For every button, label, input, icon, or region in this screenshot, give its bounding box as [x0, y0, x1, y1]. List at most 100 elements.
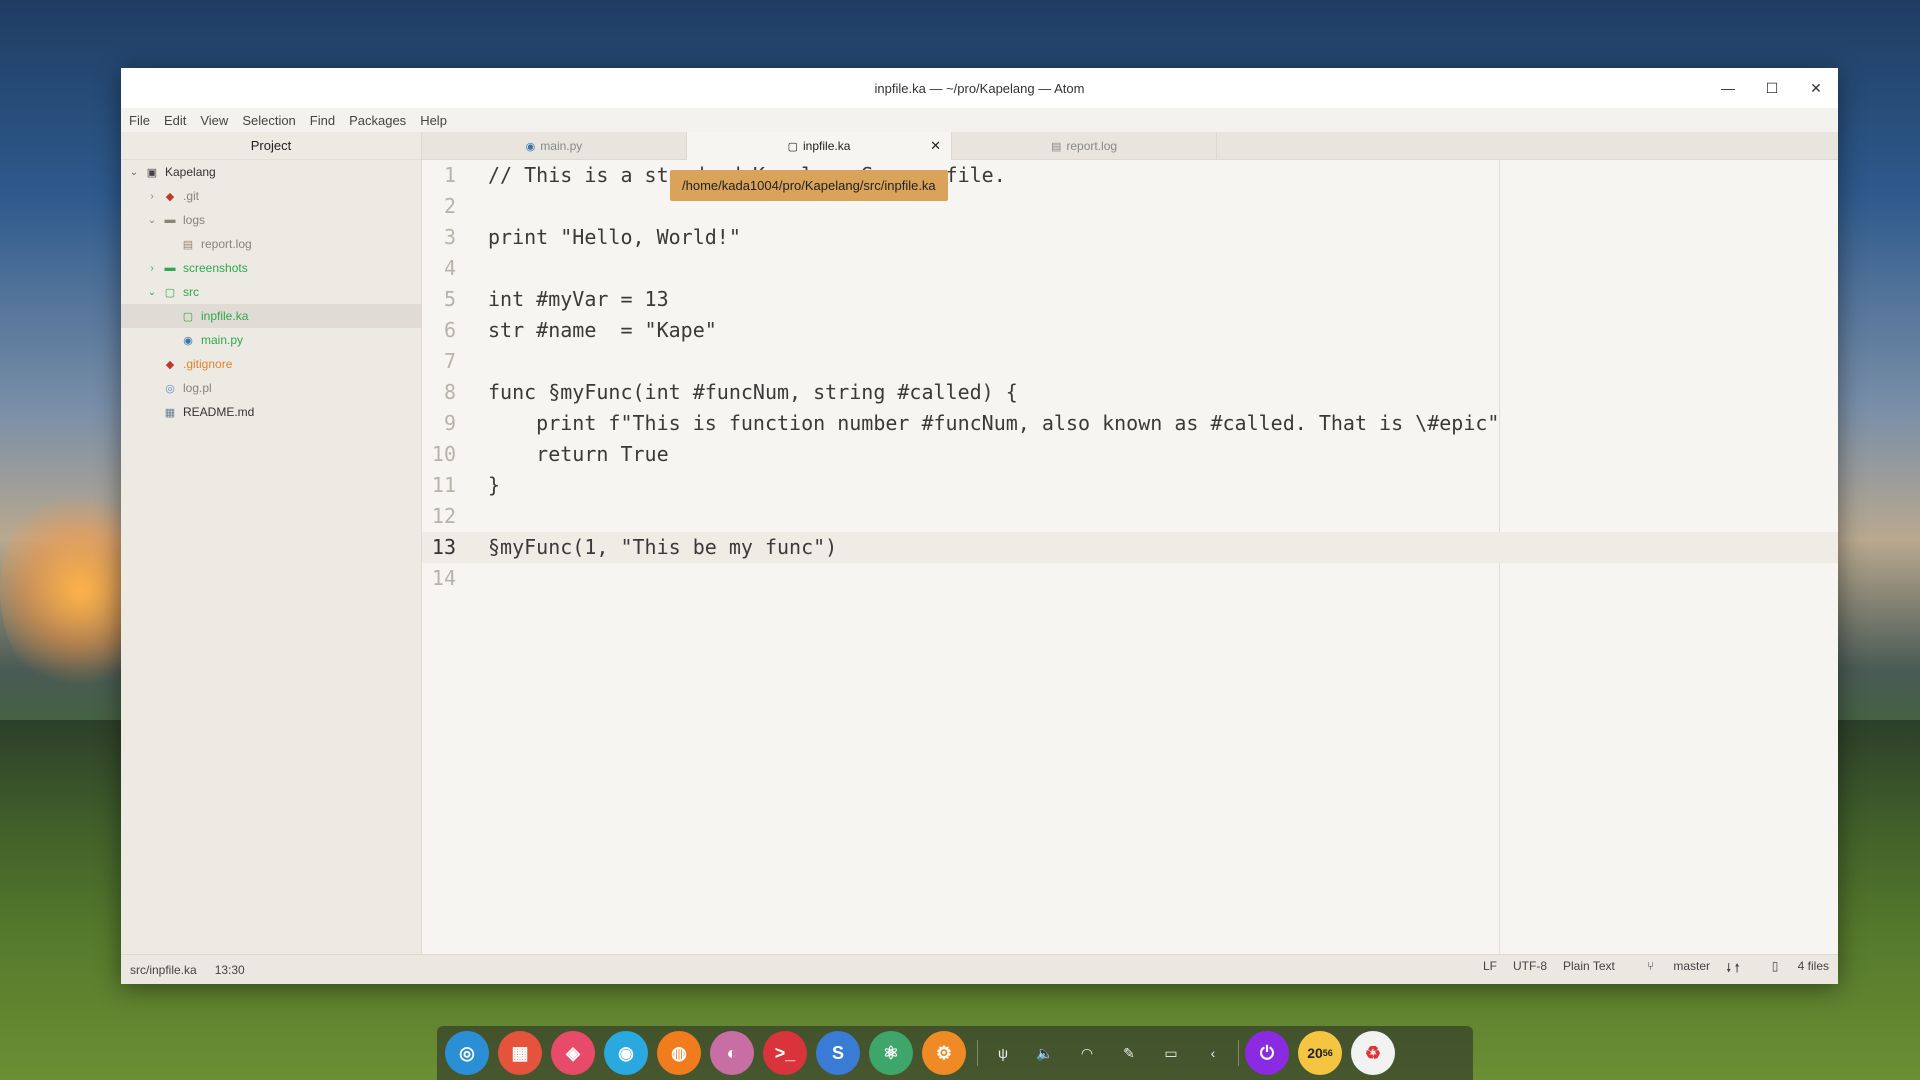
maximize-button[interactable]: ☐ — [1750, 68, 1794, 108]
settings-icon[interactable]: ⚙ — [922, 1031, 966, 1075]
tree-item-screenshots[interactable]: › ▬ screenshots — [121, 256, 421, 280]
terminal-icon[interactable]: >_ — [763, 1031, 807, 1075]
code-line[interactable]: } — [488, 470, 1838, 501]
image-viewer-icon[interactable]: ◐ — [710, 1031, 754, 1075]
code-line[interactable]: int #myVar = 13 — [488, 284, 1838, 315]
tree-root[interactable]: ⌄ ▣ Kapelang — [121, 160, 421, 184]
status-file-count[interactable]: ▯ 4 files — [1756, 959, 1829, 980]
code-line[interactable] — [488, 563, 1838, 594]
code-line[interactable]: return True — [488, 439, 1838, 470]
tree-item-git[interactable]: › ◆ .git — [121, 184, 421, 208]
close-button[interactable]: ✕ — [1794, 68, 1838, 108]
tree-item-report-log[interactable]: ▤ report.log — [121, 232, 421, 256]
app-store-icon[interactable]: ◈ — [551, 1031, 595, 1075]
tree-item-src[interactable]: ⌄ ▢ src — [121, 280, 421, 304]
chevron-down-icon[interactable]: ⌄ — [145, 215, 159, 226]
status-git-branch[interactable]: ⑂ master — [1631, 959, 1710, 980]
trash-icon[interactable]: ♻ — [1351, 1031, 1395, 1075]
text-editor[interactable]: 1234567891011121314 // This is a standar… — [422, 160, 1838, 954]
status-file-path[interactable]: src/inpfile.ka — [130, 963, 197, 977]
window-title: inpfile.ka — ~/pro/Kapelang — Atom — [874, 80, 1085, 96]
power-icon[interactable]: ⏻ — [1245, 1031, 1289, 1075]
tab-report-log[interactable]: ▤ report.log — [952, 132, 1217, 160]
code-line[interactable]: func §myFunc(int #funcNum, string #calle… — [488, 377, 1838, 408]
code-line[interactable]: §myFunc(1, "This be my func") — [488, 532, 1838, 563]
menu-help[interactable]: Help — [418, 113, 449, 128]
file-text-icon: ▤ — [1050, 140, 1062, 153]
tree-item-readme-md[interactable]: ▦ README.md — [121, 400, 421, 424]
tree-item-label: .gitignore — [183, 357, 233, 371]
code-line[interactable]: print f"This is function number #funcNum… — [488, 408, 1838, 439]
tree-item-inpfile-ka[interactable]: ▢ inpfile.ka — [121, 304, 421, 328]
clock-widget[interactable]: 20 56 — [1298, 1031, 1342, 1075]
line-number: 3 — [443, 225, 456, 249]
folder-icon: ▬ — [164, 214, 176, 226]
tab-label: inpfile.ka — [803, 139, 851, 153]
wifi-icon[interactable]: ◠ — [1066, 1031, 1108, 1075]
menu-view[interactable]: View — [198, 113, 230, 128]
tree-item-log-pl[interactable]: ◎ log.pl — [121, 376, 421, 400]
branch-icon: ⑂ — [1646, 959, 1658, 973]
line-number: 8 — [443, 380, 456, 404]
clock-hour: 20 — [1307, 1045, 1323, 1061]
tab-main-py[interactable]: ◉ main.py — [422, 132, 687, 160]
keyboard-icon[interactable]: ▭ — [1150, 1031, 1192, 1075]
tab-inpfile-ka[interactable]: ▢ inpfile.ka ✕ — [687, 132, 952, 160]
tree-view: Project ⌄ ▣ Kapelang › ◆ .git ⌄ ▬ logs ▤ report… — [121, 132, 422, 954]
code-line[interactable] — [488, 501, 1838, 532]
python-icon: ◉ — [525, 140, 536, 153]
file-path-tooltip: /home/kada1004/pro/Kapelang/src/inpfile.… — [670, 170, 948, 201]
markdown-icon: ▦ — [164, 406, 176, 419]
atom-icon[interactable]: ⚛ — [869, 1031, 913, 1075]
line-number: 14 — [431, 566, 456, 590]
menu-find[interactable]: Find — [308, 113, 337, 128]
line-number-gutter: 1 2 3 4 5 6 7 8 9 10 11 12 13 14 — [422, 160, 488, 594]
tab-label: report.log — [1066, 139, 1118, 153]
branch-label: master — [1673, 959, 1711, 973]
line-number: 1 — [443, 163, 456, 187]
tree-view-header[interactable]: Project — [121, 132, 421, 160]
chevron-right-icon[interactable]: › — [145, 191, 159, 202]
line-number: 4 — [443, 256, 456, 280]
simplenote-icon[interactable]: S — [816, 1031, 860, 1075]
menu-selection[interactable]: Selection — [240, 113, 297, 128]
status-line-ending[interactable]: LF — [1483, 959, 1497, 980]
firefox-icon[interactable]: ◍ — [657, 1031, 701, 1075]
code-line[interactable]: print "Hello, World!" — [488, 222, 1838, 253]
code-lines[interactable]: // This is a standard Kapelang Source fi… — [488, 160, 1838, 594]
tree-item-label: logs — [183, 213, 206, 227]
pen-icon[interactable]: ✎ — [1108, 1031, 1150, 1075]
python-icon: ◉ — [183, 334, 193, 347]
workspace: Project ⌄ ▣ Kapelang › ◆ .git ⌄ ▬ logs ▤ report… — [121, 132, 1838, 954]
code-line[interactable] — [488, 253, 1838, 284]
code-line[interactable]: str #name = "Kape" — [488, 315, 1838, 346]
tree-item-logs[interactable]: ⌄ ▬ logs — [121, 208, 421, 232]
tree-item-label: log.pl — [183, 381, 212, 395]
status-cursor-position[interactable]: 13:30 — [215, 963, 245, 977]
chevron-right-icon[interactable]: › — [145, 263, 159, 274]
menu-file[interactable]: File — [127, 113, 152, 128]
status-encoding[interactable]: UTF-8 — [1513, 959, 1547, 980]
multitask-icon[interactable]: ▦ — [498, 1031, 542, 1075]
volume-icon[interactable]: 🔈 — [1024, 1031, 1066, 1075]
tree-item-label: screenshots — [183, 261, 248, 275]
chevron-down-icon[interactable]: ⌄ — [145, 287, 159, 298]
menu-edit[interactable]: Edit — [162, 113, 188, 128]
tree-item-gitignore[interactable]: ◆ .gitignore — [121, 352, 421, 376]
title-bar[interactable]: inpfile.ka — ~/pro/Kapelang — Atom — ☐ ✕ — [121, 68, 1838, 108]
code-line[interactable] — [488, 346, 1838, 377]
tab-close-icon[interactable]: ✕ — [930, 138, 941, 154]
file-icon: ▢ — [182, 310, 194, 323]
tree-item-main-py[interactable]: ◉ main.py — [121, 328, 421, 352]
file-text-icon: ▤ — [182, 238, 194, 251]
minimize-button[interactable]: — — [1706, 68, 1750, 108]
status-git-fetch[interactable]: 🠗 🠕 — [1726, 959, 1740, 980]
file-manager-icon[interactable]: ◉ — [604, 1031, 648, 1075]
git-icon: ◆ — [165, 358, 175, 371]
launcher-icon[interactable]: ◎ — [445, 1031, 489, 1075]
menu-packages[interactable]: Packages — [347, 113, 408, 128]
usb-icon[interactable]: ψ — [982, 1031, 1024, 1075]
dock-separator — [1238, 1040, 1239, 1066]
status-grammar[interactable]: Plain Text — [1563, 959, 1615, 980]
expand-icon[interactable]: ‹ — [1192, 1031, 1234, 1075]
